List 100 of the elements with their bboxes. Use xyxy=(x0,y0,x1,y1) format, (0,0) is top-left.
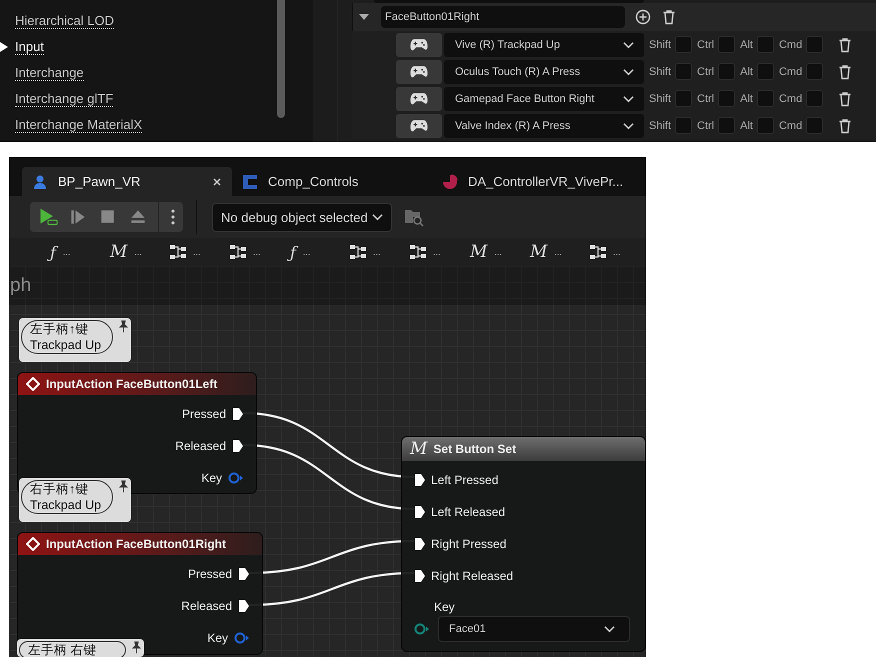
data-pin-icon[interactable] xyxy=(414,623,430,635)
category-link[interactable]: Input xyxy=(15,39,44,55)
trash-icon[interactable] xyxy=(837,90,854,106)
expand-triangle-icon[interactable] xyxy=(359,12,369,22)
pin-label: Left Pressed xyxy=(431,473,498,487)
event-diamond-icon xyxy=(26,537,40,551)
modifier-checkbox[interactable] xyxy=(756,36,774,53)
key-dropdown[interactable]: Valve Index (R) A Press xyxy=(444,114,644,138)
key-dropdown[interactable]: Gamepad Face Button Right xyxy=(444,86,644,110)
modifier-checkbox[interactable] xyxy=(806,117,824,134)
graph-icon xyxy=(410,245,426,259)
graph-tab[interactable]: M ... xyxy=(466,239,526,265)
scrollbar[interactable] xyxy=(277,0,285,118)
key-dropdown[interactable]: Oculus Touch (R) A Press xyxy=(444,60,644,84)
add-icon[interactable] xyxy=(635,9,651,25)
modifier-checkbox[interactable] xyxy=(756,90,774,107)
modifier-label: Shift xyxy=(649,92,672,104)
modifier-checkbox[interactable] xyxy=(806,63,824,80)
graph-tab[interactable]: ƒ ... xyxy=(46,239,106,265)
trash-icon[interactable] xyxy=(837,64,854,80)
debug-object-dropdown[interactable]: No debug object selected xyxy=(212,202,392,232)
chevron-down-icon xyxy=(372,213,383,221)
comment-text: 右手柄↑键 Trackpad Up xyxy=(21,480,113,514)
gamepad-button[interactable] xyxy=(396,114,442,138)
pin-label: Key xyxy=(207,631,228,645)
close-icon[interactable] xyxy=(212,176,222,186)
key-dropdown[interactable]: Vive (R) Trackpad Up xyxy=(444,32,644,56)
modifier-checkbox[interactable] xyxy=(718,63,736,80)
pin-label: Pressed xyxy=(188,567,232,581)
modifier-label: Cmd xyxy=(778,92,802,104)
category-link[interactable]: Interchange xyxy=(15,65,84,81)
gamepad-button[interactable] xyxy=(396,60,442,84)
graph-title: ph xyxy=(10,274,32,298)
exec-pin-icon[interactable] xyxy=(238,567,250,581)
exec-pin-icon[interactable] xyxy=(414,473,426,487)
folder-search-icon[interactable] xyxy=(404,207,424,227)
modifier-checkbox[interactable] xyxy=(718,90,736,107)
data-pin-icon[interactable] xyxy=(234,632,250,644)
event-diamond-icon xyxy=(26,377,40,391)
more-options-icon[interactable] xyxy=(169,207,177,227)
category-link[interactable]: Interchange MaterialX xyxy=(15,117,142,133)
comment-bubble[interactable]: 左手柄↑键 Trackpad Up xyxy=(19,318,131,362)
trash-icon[interactable] xyxy=(837,36,854,52)
modifier-label: Ctrl xyxy=(697,120,714,132)
graph-tab[interactable]: ... xyxy=(586,239,646,265)
modifier-checkbox[interactable] xyxy=(756,117,774,134)
data-pin-icon[interactable] xyxy=(228,472,244,484)
key-dropdown[interactable]: Face01 xyxy=(438,616,630,642)
modifier-checkbox[interactable] xyxy=(756,63,774,80)
graph-tab[interactable]: M ... xyxy=(526,239,586,265)
modifier-checkbox[interactable] xyxy=(806,90,824,107)
modifier-label: Ctrl xyxy=(697,38,714,50)
gamepad-icon xyxy=(410,119,428,132)
exec-pin-icon[interactable] xyxy=(232,407,244,421)
pin-label: Pressed xyxy=(182,407,226,421)
action-name-field[interactable]: FaceButton01Right xyxy=(381,6,625,28)
modifier-label: Ctrl xyxy=(697,92,714,104)
pin-label: Key xyxy=(201,471,222,485)
modifier-checkbox[interactable] xyxy=(806,36,824,53)
modifier-checkbox[interactable] xyxy=(675,90,692,107)
exec-pin-icon[interactable] xyxy=(414,537,426,551)
pin-label: Right Pressed xyxy=(431,537,506,551)
graph-tab[interactable]: ... xyxy=(166,239,226,265)
gamepad-button[interactable] xyxy=(396,86,442,110)
pin-icon[interactable] xyxy=(119,320,128,334)
modifier-label: Cmd xyxy=(778,120,802,132)
graph-tab[interactable]: ... xyxy=(406,239,466,265)
blueprint-node[interactable]: M Set Button Set Left Pressed Left Released Right Pressed Right Released Key Face01 xyxy=(401,436,646,652)
modifier-checkbox[interactable] xyxy=(718,36,736,53)
category-link[interactable]: Hierarchical LOD xyxy=(15,13,114,29)
modifier-checkbox[interactable] xyxy=(675,63,692,80)
graph-tab[interactable]: M ... xyxy=(106,239,166,265)
editor-tab[interactable]: DA_ControllerVR_VivePr... xyxy=(432,167,634,196)
graph-tab[interactable]: ... xyxy=(226,239,286,265)
modifier-checkbox[interactable] xyxy=(675,36,692,53)
trash-icon[interactable] xyxy=(661,9,677,25)
trash-icon[interactable] xyxy=(837,118,854,134)
exec-pin-icon[interactable] xyxy=(238,599,250,613)
graph-icon xyxy=(590,245,606,259)
play-icon[interactable] xyxy=(38,207,58,227)
exec-pin-icon[interactable] xyxy=(232,439,244,453)
comment-bubble[interactable]: 左手柄 右键 xyxy=(17,639,144,657)
exec-pin-icon[interactable] xyxy=(414,569,426,583)
category-link[interactable]: Interchange glTF xyxy=(15,91,114,107)
modifier-checkbox[interactable] xyxy=(718,117,736,134)
modifier-label: Cmd xyxy=(778,66,802,78)
exec-pin-icon[interactable] xyxy=(414,505,426,519)
graph-tab[interactable]: ƒ ... xyxy=(286,239,346,265)
modifier-label: Shift xyxy=(649,66,672,78)
gamepad-button[interactable] xyxy=(396,32,442,56)
component-icon xyxy=(242,174,258,190)
pin-icon[interactable] xyxy=(132,641,141,655)
editor-tab[interactable]: BP_Pawn_VR xyxy=(22,167,232,196)
editor-tab[interactable]: Comp_Controls xyxy=(232,167,432,196)
comment-bubble[interactable]: 右手柄↑键 Trackpad Up xyxy=(19,478,131,522)
node-title: Set Button Set xyxy=(433,442,516,456)
person-icon xyxy=(32,174,48,190)
modifier-checkbox[interactable] xyxy=(675,117,692,134)
pin-icon[interactable] xyxy=(119,480,128,494)
graph-tab[interactable]: ... xyxy=(346,239,406,265)
